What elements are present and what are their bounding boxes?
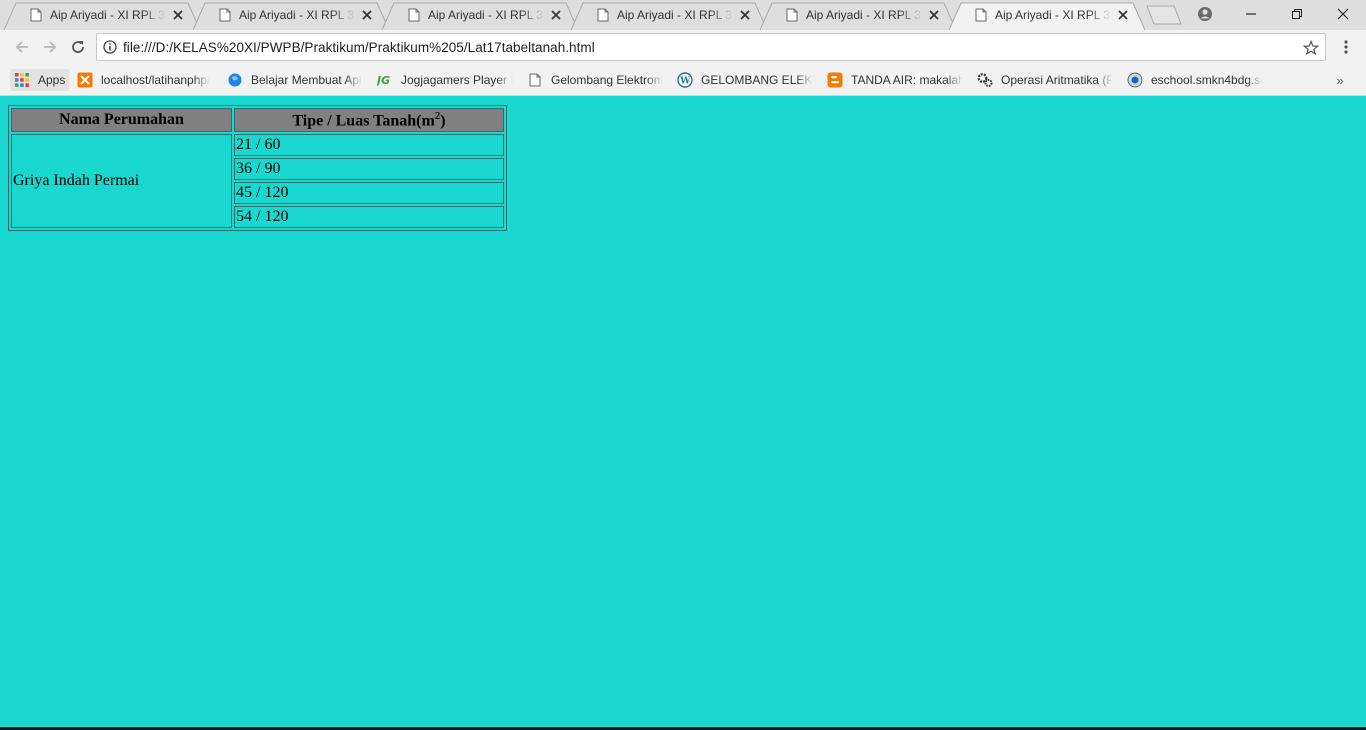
housing-name-cell: Griya Indah Permai (11, 134, 232, 229)
document-icon (30, 8, 42, 22)
header-text: Tipe / Luas Tanah(m (292, 112, 435, 130)
page-content: Nama Perumahan Tipe / Luas Tanah(m2) Gri… (0, 97, 1366, 730)
browser-toolbar: file:///D:/KELAS%20XI/PWPB/Praktikum/Pra… (0, 30, 1366, 64)
bookmark-label: Operasi Aritmatika (P (1001, 73, 1113, 87)
document-icon (786, 8, 798, 22)
tab-title: Aip Ariyadi - XI RPL 3 - T (995, 8, 1111, 22)
minimize-button[interactable] (1228, 0, 1274, 28)
menu-button[interactable] (1334, 35, 1358, 59)
restore-button[interactable] (1274, 0, 1320, 28)
bookmark-label: eschool.smkn4bdg.sc (1151, 73, 1263, 87)
bookmark-item[interactable]: Operasi Aritmatika (P (977, 69, 1113, 91)
school-icon (1127, 72, 1143, 88)
address-bar[interactable]: file:///D:/KELAS%20XI/PWPB/Praktikum/Pra… (96, 33, 1326, 61)
housing-table: Nama Perumahan Tipe / Luas Tanah(m2) Gri… (8, 105, 507, 232)
tab-title: Aip Ariyadi - XI RPL 3 - T (806, 8, 922, 22)
profile-button[interactable] (1182, 0, 1228, 28)
bookmarks-bar: Apps localhost/latihanphp/ Belajar Membu… (0, 64, 1366, 96)
browser-tab[interactable]: Aip Ariyadi - XI RPL 3 - T (571, 0, 767, 30)
bookmark-item[interactable]: Belajar Membuat Apl (227, 69, 362, 91)
close-icon[interactable] (926, 7, 942, 23)
blogger-icon (827, 72, 843, 88)
bookmark-label: Belajar Membuat Apl (251, 73, 362, 87)
close-icon[interactable] (359, 7, 375, 23)
column-header-type-land-area: Tipe / Luas Tanah(m2) (234, 108, 504, 133)
type-area-cell: 36 / 90 (234, 158, 504, 181)
document-icon (597, 8, 609, 22)
bookmark-item[interactable]: W GELOMBANG ELEKTR (677, 69, 813, 91)
bookmark-item[interactable]: eschool.smkn4bdg.sc (1127, 69, 1263, 91)
document-icon (408, 8, 420, 22)
new-tab-button[interactable] (1146, 5, 1182, 25)
browser-tab[interactable]: Aip Ariyadi - XI RPL 3 - T (382, 0, 578, 30)
close-icon (1337, 8, 1349, 20)
table-header-row: Nama Perumahan Tipe / Luas Tanah(m2) (11, 108, 504, 133)
arrow-right-icon (44, 41, 57, 53)
type-area-cell: 45 / 120 (234, 182, 504, 205)
reload-button[interactable] (66, 35, 90, 59)
bookmark-label: Apps (38, 73, 66, 87)
gears-icon (977, 72, 993, 88)
jg-icon: JG (377, 72, 393, 88)
bookmark-label: TANDA AIR: makalah (851, 73, 963, 87)
restore-icon (1292, 9, 1302, 19)
svg-text:W: W (679, 77, 691, 87)
bookmark-label: GELOMBANG ELEKTR (701, 73, 813, 87)
minimize-icon (1246, 13, 1256, 15)
column-header-housing-name: Nama Perumahan (11, 108, 232, 133)
bookmark-item[interactable]: JG Jogjagamers Player P (377, 69, 513, 91)
browser-tab[interactable]: Aip Ariyadi - XI RPL 3 - T (760, 0, 956, 30)
forward-button[interactable] (38, 35, 62, 59)
arrow-left-icon (15, 41, 28, 53)
tab-title: Aip Ariyadi - XI RPL 3 - T (50, 8, 166, 22)
globe-icon (227, 72, 243, 88)
bookmark-star-icon[interactable] (1301, 38, 1321, 58)
page-icon (527, 72, 543, 88)
type-area-cell: 54 / 120 (234, 206, 504, 229)
close-icon[interactable] (548, 7, 564, 23)
tab-strip: Aip Ariyadi - XI RPL 3 - T Aip Ariyadi -… (0, 0, 1366, 30)
bookmarks-overflow-icon[interactable]: » (1332, 72, 1348, 88)
apps-shortcut[interactable]: Apps (10, 69, 70, 91)
type-area-cell: 21 / 60 (234, 134, 504, 157)
bookmark-item[interactable]: TANDA AIR: makalah (827, 69, 963, 91)
kebab-menu-icon (1344, 40, 1348, 54)
bookmark-label: Jogjagamers Player P (401, 73, 513, 87)
xampp-icon (77, 72, 93, 88)
header-text-close: ) (440, 112, 446, 130)
wordpress-icon: W (677, 72, 693, 88)
tab-title: Aip Ariyadi - XI RPL 3 - p (239, 8, 355, 22)
browser-tab[interactable]: Aip Ariyadi - XI RPL 3 - p (193, 0, 389, 30)
bookmark-label: localhost/latihanphp/ (101, 73, 211, 87)
table-row: Griya Indah Permai 21 / 60 (11, 134, 504, 229)
url-text[interactable]: file:///D:/KELAS%20XI/PWPB/Praktikum/Pra… (123, 40, 595, 55)
document-icon (219, 8, 231, 22)
browser-tab[interactable]: Aip Ariyadi - XI RPL 3 - T (4, 0, 200, 30)
close-icon[interactable] (170, 7, 186, 23)
bookmark-label: Gelombang Elektrom (551, 73, 663, 87)
tab-title: Aip Ariyadi - XI RPL 3 - T (617, 8, 733, 22)
bookmark-item[interactable]: localhost/latihanphp/ (77, 69, 210, 91)
close-window-button[interactable] (1320, 0, 1366, 28)
close-icon[interactable] (737, 7, 753, 23)
svg-text:JG: JG (377, 74, 390, 87)
tab-title: Aip Ariyadi - XI RPL 3 - T (428, 8, 544, 22)
document-icon (975, 8, 987, 22)
reload-icon (72, 41, 84, 53)
profile-icon (1198, 7, 1212, 21)
close-icon[interactable] (1115, 7, 1131, 23)
apps-grid-icon (14, 72, 30, 88)
bookmark-item[interactable]: Gelombang Elektrom (527, 69, 663, 91)
back-button[interactable] (10, 35, 34, 59)
info-icon[interactable] (97, 34, 123, 60)
browser-tab-active[interactable]: Aip Ariyadi - XI RPL 3 - T (949, 0, 1145, 30)
